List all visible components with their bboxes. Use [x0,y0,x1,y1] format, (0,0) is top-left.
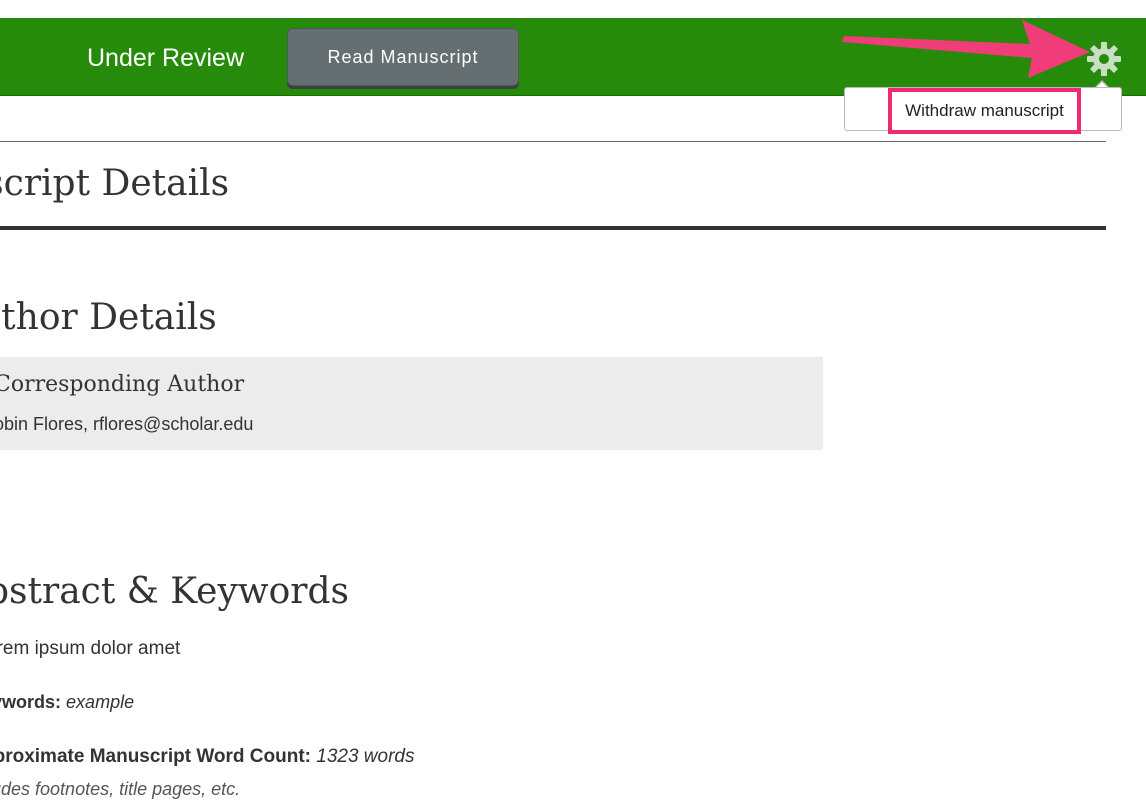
word-count-value: 1323 words [316,746,415,767]
gear-icon[interactable] [1086,41,1122,77]
word-count-line: pproximate Manuscript Word Count: 1323 w… [0,746,415,768]
author-details-heading: uthor Details [0,297,217,338]
keywords-value: example [66,692,135,712]
abstract-heading: bstract & Keywords [0,571,350,612]
withdraw-manuscript-option[interactable]: Withdraw manuscript [888,88,1081,134]
author-contact: obin Flores, rflores@scholar.edu [0,414,254,434]
manuscript-details-heading: uscript Details [0,163,230,204]
read-manuscript-button[interactable]: Read Manuscript [287,28,519,86]
corresponding-author-label: Corresponding Author [0,372,245,397]
keywords-line: eywords: example [0,692,134,713]
abstract-text: orem ipsum dolor amet [0,638,181,659]
section-divider [0,141,1106,142]
corresponding-author-card [0,357,823,450]
word-count-label: pproximate Manuscript Word Count: [0,746,311,767]
word-count-note: cludes footnotes, title pages, etc. [0,779,241,799]
status-label: Under Review [87,44,245,72]
keywords-label: eywords: [0,692,62,712]
heading-underline [0,226,1106,230]
